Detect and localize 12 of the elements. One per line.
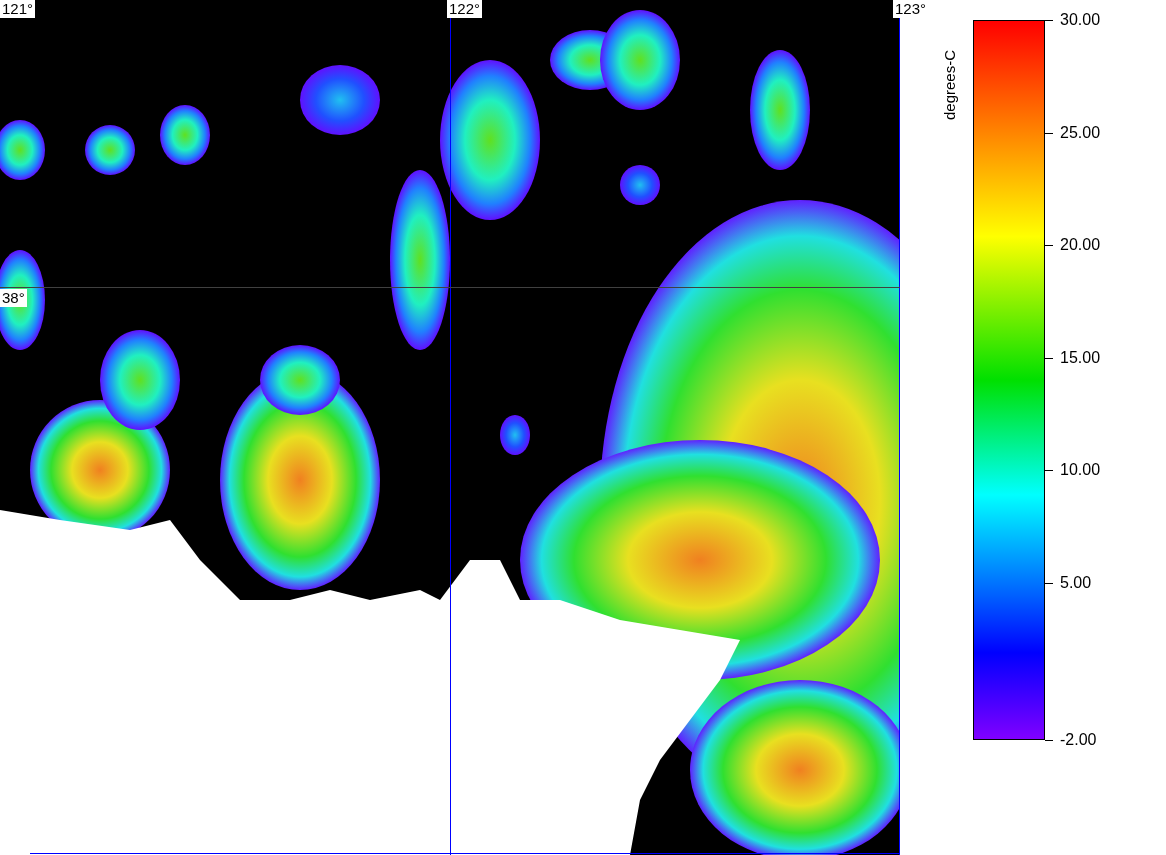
colorbar-tick-label: 10.00 — [1060, 460, 1101, 480]
colorbar-tick-label: 5.00 — [1060, 572, 1092, 593]
latitude-label: 38° — [0, 289, 27, 307]
colorbar-tick-label: 25.00 — [1060, 122, 1101, 143]
longitude-label: 122° — [447, 0, 483, 18]
colorbar-tick-label: 20.00 — [1060, 235, 1101, 255]
longitude-label: 123° — [893, 0, 929, 18]
colorbar-tick-label: 30.00 — [1060, 10, 1101, 30]
colorbar-tick-label: 15.00 — [1060, 347, 1101, 368]
colorbar-title: degrees-C — [940, 48, 959, 120]
colorbar-tick-label: -2.00 — [1060, 730, 1097, 750]
longitude-label: 121° — [0, 0, 36, 18]
